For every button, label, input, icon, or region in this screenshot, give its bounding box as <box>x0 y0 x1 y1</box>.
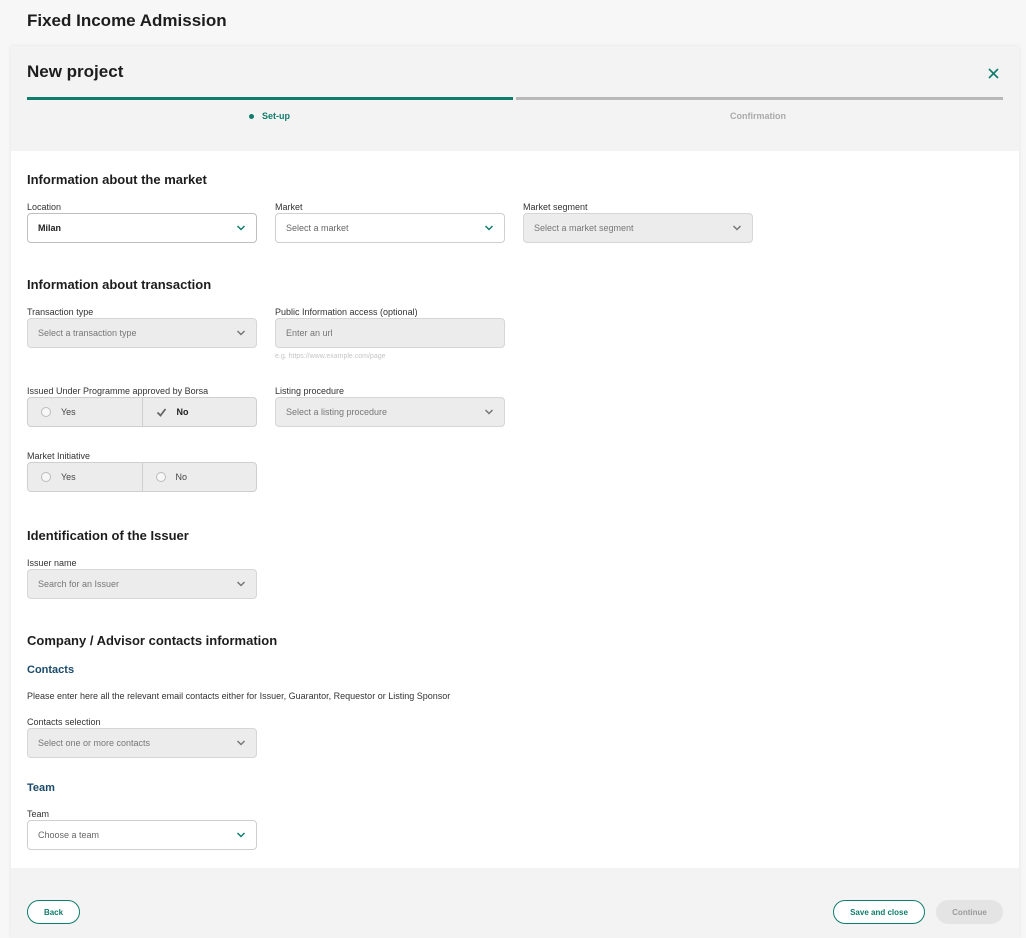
listing-procedure-placeholder: Select a listing procedure <box>286 407 388 417</box>
market-initiative-label: Market Initiative <box>27 451 91 461</box>
transaction-type-select[interactable]: Select a transaction type <box>27 318 257 348</box>
step-setup-label: Set-up <box>262 111 290 121</box>
chevron-down-icon <box>236 330 246 336</box>
contacts-section-title: Company / Advisor contacts information <box>27 633 278 648</box>
chevron-down-icon <box>484 409 494 415</box>
segment-placeholder: Select a market segment <box>534 223 634 233</box>
transaction-type-placeholder: Select a transaction type <box>38 328 137 338</box>
programme-yes-label: Yes <box>61 407 76 417</box>
contacts-subtitle: Contacts <box>27 664 75 676</box>
market-select[interactable]: Select a market <box>275 213 505 243</box>
contacts-description: Please enter here all the relevant email… <box>27 691 451 701</box>
market-initiative-yes-label: Yes <box>61 472 76 482</box>
programme-no-option[interactable]: No <box>141 398 257 426</box>
radio-empty-icon <box>41 472 51 482</box>
continue-button[interactable]: Continue <box>936 900 1003 924</box>
issuer-search-select[interactable]: Search for an Issuer <box>27 569 257 599</box>
team-placeholder: Choose a team <box>38 830 100 840</box>
location-select[interactable]: Milan <box>27 213 257 243</box>
new-project-modal: New project Set-up Confirmation Informat… <box>11 46 1019 938</box>
transaction-section-title: Information about transaction <box>27 277 212 292</box>
radio-empty-icon <box>155 472 166 482</box>
close-button[interactable] <box>983 63 1003 83</box>
programme-yes-option[interactable]: Yes <box>28 398 142 426</box>
step-active-dot <box>249 113 254 119</box>
team-label: Team <box>27 809 50 819</box>
step-confirmation[interactable]: Confirmation <box>730 111 786 121</box>
step-progress-confirmation <box>516 97 1003 100</box>
programme-radio-group: Yes No <box>27 397 257 427</box>
programme-label: Issued Under Programme approved by Borsa <box>27 386 209 396</box>
market-label: Market <box>275 202 303 212</box>
public-info-label: Public Information access (optional) <box>275 307 418 317</box>
form-content: Information about the market Location Mi… <box>11 151 1019 868</box>
public-info-hint: e.g. https://www.example.com/page <box>275 353 386 360</box>
programme-no-label: No <box>176 407 189 417</box>
close-icon <box>987 67 999 79</box>
back-button[interactable]: Back <box>27 900 80 924</box>
step-setup[interactable]: Set-up <box>249 111 290 121</box>
market-initiative-no-option[interactable]: No <box>141 463 257 491</box>
chevron-down-icon <box>236 581 246 587</box>
issuer-section-title: Identification of the Issuer <box>27 528 189 543</box>
team-select[interactable]: Choose a team <box>27 820 257 850</box>
save-and-close-button[interactable]: Save and close <box>833 900 925 924</box>
segment-label: Market segment <box>523 202 588 212</box>
team-subtitle: Team <box>27 782 55 794</box>
location-value: Milan <box>38 223 62 233</box>
market-placeholder: Select a market <box>286 223 349 233</box>
chevron-down-icon <box>236 740 246 746</box>
issuer-placeholder: Search for an Issuer <box>38 579 120 589</box>
checkmark-icon <box>156 407 166 417</box>
contacts-select[interactable]: Select one or more contacts <box>27 728 257 758</box>
chevron-down-icon <box>484 225 494 231</box>
app-title: Fixed Income Admission <box>27 11 227 30</box>
step-progress-setup <box>27 97 513 100</box>
transaction-type-label: Transaction type <box>27 307 94 317</box>
location-label: Location <box>27 202 62 212</box>
chevron-down-icon <box>732 225 742 231</box>
market-initiative-no-label: No <box>175 472 188 482</box>
chevron-down-icon <box>236 225 246 231</box>
market-section-title: Information about the market <box>27 172 207 187</box>
issuer-name-label: Issuer name <box>27 558 77 568</box>
segment-select[interactable]: Select a market segment <box>523 213 753 243</box>
listing-procedure-select[interactable]: Select a listing procedure <box>275 397 505 427</box>
radio-empty-icon <box>41 407 51 417</box>
market-initiative-radio-group: Yes No <box>27 462 257 492</box>
chevron-down-icon <box>236 832 246 838</box>
market-initiative-yes-option[interactable]: Yes <box>28 463 142 491</box>
listing-procedure-label: Listing procedure <box>275 386 345 396</box>
contacts-placeholder: Select one or more contacts <box>38 738 151 748</box>
contacts-selection-label: Contacts selection <box>27 717 101 727</box>
public-info-url-input[interactable] <box>275 318 505 348</box>
modal-title: New project <box>27 62 124 81</box>
